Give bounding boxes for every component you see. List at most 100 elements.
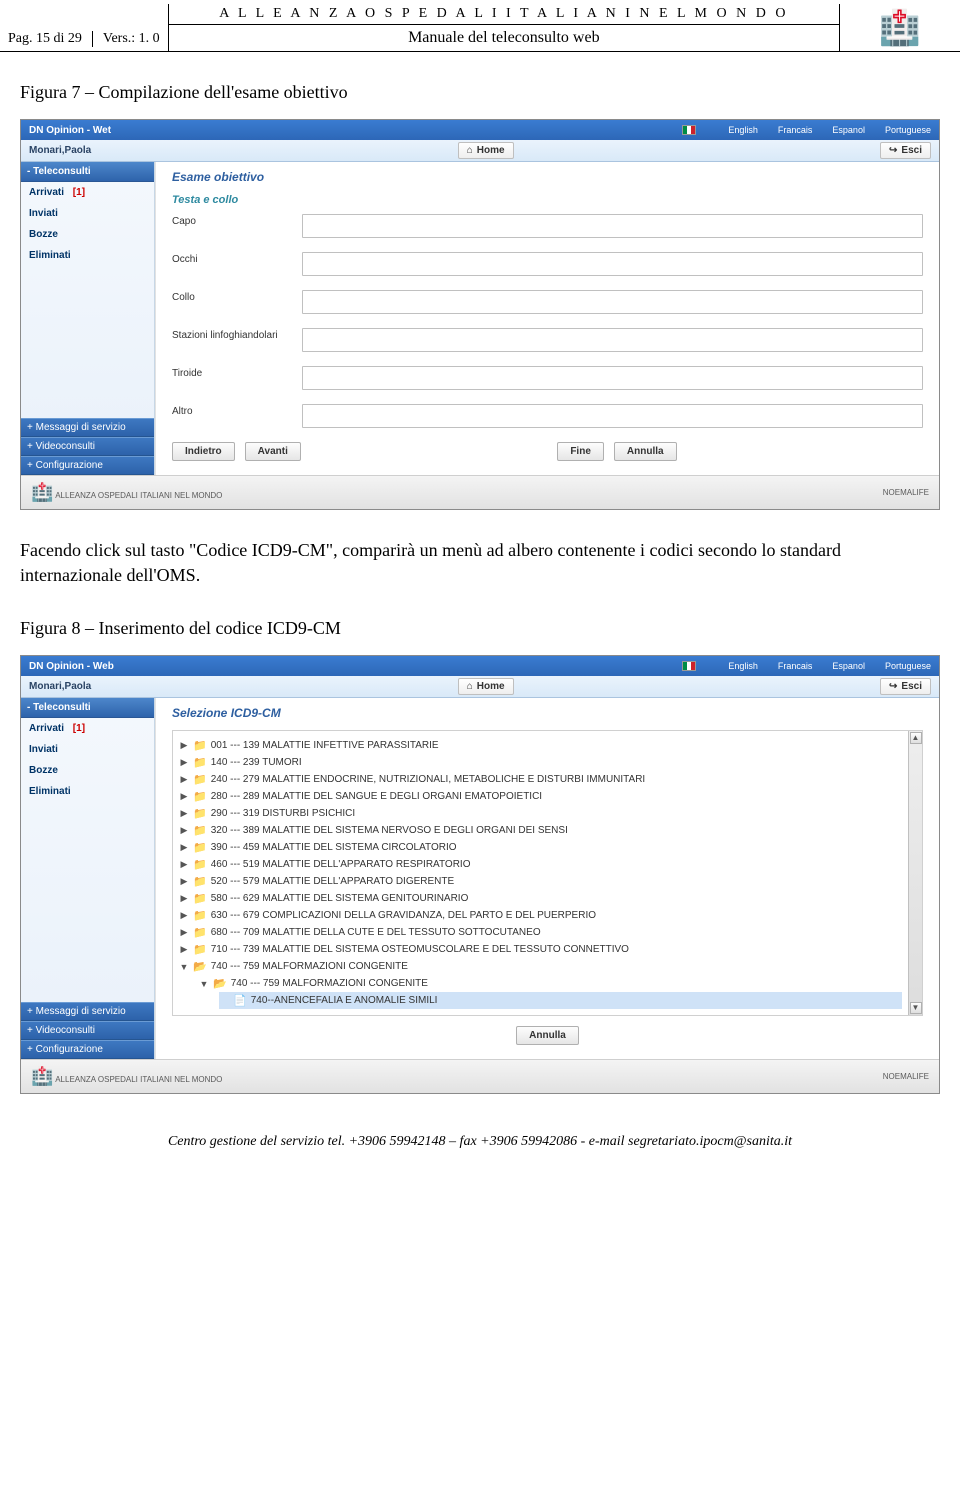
tree-row[interactable]: ▶📁520 --- 579 MALATTIE DELL'APPARATO DIG… (179, 873, 902, 890)
layout: - Teleconsulti Arrivati [1] Inviati Bozz… (21, 698, 939, 1059)
sidebar-item-eliminati[interactable]: Eliminati (21, 781, 154, 802)
footer-logo-icon: 🏥 (31, 482, 53, 502)
tree-row-leaf-selected[interactable]: 📄 740--ANENCEFALIA E ANOMALIE SIMILI (219, 992, 902, 1009)
folder-icon: 📁 (193, 926, 207, 939)
tree-label: 320 --- 389 MALATTIE DEL SISTEMA NERVOSO… (211, 825, 568, 836)
field-occhi: Occhi (172, 252, 923, 276)
figure7-caption: Figura 7 – Compilazione dell'esame obiet… (20, 82, 940, 103)
folder-icon: 📁 (193, 909, 207, 922)
tree-row[interactable]: ▶📁630 --- 679 COMPLICAZIONI DELLA GRAVID… (179, 907, 902, 924)
home-button[interactable]: ⌂ Home (458, 678, 514, 695)
tree-label: 740--ANENCEFALIA E ANOMALIE SIMILI (251, 995, 438, 1006)
folder-open-icon: 📂 (213, 977, 227, 990)
app-topbar: DN Opinion - Web English Francais Espano… (21, 656, 939, 676)
language-links: English Francais Espanol Portuguese (682, 661, 931, 671)
fine-button[interactable]: Fine (557, 442, 604, 461)
field-input-tiroide[interactable] (302, 366, 923, 390)
exit-label: Esci (901, 681, 922, 692)
button-row: Annulla (172, 1026, 923, 1045)
tree-row[interactable]: ▶📁280 --- 289 MALATTIE DEL SANGUE E DEGL… (179, 788, 902, 805)
field-input-capo[interactable] (302, 214, 923, 238)
lang-portuguese[interactable]: Portuguese (885, 661, 931, 671)
lang-english[interactable]: English (728, 125, 758, 135)
tree-row[interactable]: ▶📁580 --- 629 MALATTIE DEL SISTEMA GENIT… (179, 890, 902, 907)
sidebar-expand-video[interactable]: + Videoconsulti (21, 437, 154, 456)
exit-button[interactable]: ↪ Esci (880, 678, 931, 695)
arrow-right-icon: ▶ (179, 927, 189, 938)
folder-icon: 📁 (193, 739, 207, 752)
sidebar-item-inviati[interactable]: Inviati (21, 203, 154, 224)
exit-button[interactable]: ↪ Esci (880, 142, 931, 159)
tree-row-sub[interactable]: ▼📂740 --- 759 MALFORMAZIONI CONGENITE (199, 975, 902, 992)
footer-bar: 🏥 ALLEANZA OSPEDALI ITALIANI NEL MONDO N… (21, 1059, 939, 1093)
flag-italy-icon (682, 661, 696, 671)
field-input-collo[interactable] (302, 290, 923, 314)
home-button[interactable]: ⌂ Home (458, 142, 514, 159)
folder-icon: 📁 (193, 824, 207, 837)
lang-portuguese[interactable]: Portuguese (885, 125, 931, 135)
tree-row-expanded[interactable]: ▼📂740 --- 759 MALFORMAZIONI CONGENITE (179, 958, 902, 975)
footer-logo-left: 🏥 ALLEANZA OSPEDALI ITALIANI NEL MONDO (31, 482, 222, 503)
arrow-right-icon: ▶ (179, 825, 189, 836)
tree-wrap: ▶📁001 --- 139 MALATTIE INFETTIVE PARASSI… (172, 730, 923, 1016)
language-links: English Francais Espanol Portuguese (682, 125, 931, 135)
tree-row[interactable]: ▶📁240 --- 279 MALATTIE ENDOCRINE, NUTRIZ… (179, 771, 902, 788)
tree-row[interactable]: ▶📁710 --- 739 MALATTIE DEL SISTEMA OSTEO… (179, 941, 902, 958)
sidebar-gap (21, 802, 154, 1002)
tree-row[interactable]: ▶ 📁 320 --- 389 MALATTIE DEL SISTEMA NERVO… (179, 822, 902, 839)
sidebar-expand-messaggi[interactable]: + Messaggi di servizio (21, 418, 154, 437)
sidebar-head-teleconsulti[interactable]: - Teleconsulti (21, 162, 154, 182)
lang-francais[interactable]: Francais (778, 125, 813, 135)
tree-label: 630 --- 679 COMPLICAZIONI DELLA GRAVIDAN… (211, 910, 596, 921)
footer-logo-right: NOEMALIFE (883, 1072, 929, 1081)
sidebar-expand-config[interactable]: + Configurazione (21, 456, 154, 475)
tree-row[interactable]: ▶📁140 --- 239 TUMORI (179, 754, 902, 771)
tree-row[interactable]: ▶📁001 --- 139 MALATTIE INFETTIVE PARASSI… (179, 737, 902, 754)
sidebar-expand-config[interactable]: + Configurazione (21, 1040, 154, 1059)
tree-row[interactable]: ▶📁460 --- 519 MALATTIE DELL'APPARATO RES… (179, 856, 902, 873)
lang-english[interactable]: English (728, 661, 758, 671)
lang-espanol[interactable]: Espanol (832, 661, 865, 671)
indietro-button[interactable]: Indietro (172, 442, 235, 461)
tree-label: 740 --- 759 MALFORMAZIONI CONGENITE (231, 978, 428, 989)
icd-tree: ▶📁001 --- 139 MALATTIE INFETTIVE PARASSI… (179, 735, 902, 1011)
file-icon: 📄 (233, 994, 247, 1007)
sidebar-item-bozze[interactable]: Bozze (21, 760, 154, 781)
sidebar: - Teleconsulti Arrivati [1] Inviati Bozz… (21, 162, 155, 475)
tree-row[interactable]: ▶📁680 --- 709 MALATTIE DELLA CUTE E DEL … (179, 924, 902, 941)
scroll-down-icon[interactable]: ▼ (910, 1002, 922, 1014)
screenshot-figure7: DN Opinion - Wet English Francais Espano… (20, 119, 940, 510)
sidebar-item-bozze[interactable]: Bozze (21, 224, 154, 245)
arrow-right-icon: ▶ (179, 876, 189, 887)
scroll-up-icon[interactable]: ▲ (910, 732, 922, 744)
scrollbar[interactable]: ▲ ▼ (908, 731, 922, 1015)
tree-row[interactable]: ▶📁290 --- 319 DISTURBI PSICHICI (179, 805, 902, 822)
lang-francais[interactable]: Francais (778, 661, 813, 671)
tree-label: 580 --- 629 MALATTIE DEL SISTEMA GENITOU… (211, 893, 469, 904)
field-input-altro[interactable] (302, 404, 923, 428)
field-altro: Altro (172, 404, 923, 428)
folder-icon: 📁 (193, 858, 207, 871)
layout: - Teleconsulti Arrivati [1] Inviati Bozz… (21, 162, 939, 475)
home-icon: ⌂ (467, 145, 473, 156)
footer-logo-right: NOEMALIFE (883, 488, 929, 497)
tree-row[interactable]: ▶📁390 --- 459 MALATTIE DEL SISTEMA CIRCO… (179, 839, 902, 856)
sidebar-expand-messaggi[interactable]: + Messaggi di servizio (21, 1002, 154, 1021)
user-row: Monari,Paola ⌂ Home ↪ Esci (21, 676, 939, 698)
sidebar-item-arrivati[interactable]: Arrivati [1] (21, 718, 154, 739)
annulla-button[interactable]: Annulla (516, 1026, 579, 1045)
sidebar-item-arrivati[interactable]: Arrivati [1] (21, 182, 154, 203)
sidebar-head-teleconsulti[interactable]: - Teleconsulti (21, 698, 154, 718)
avanti-button[interactable]: Avanti (245, 442, 301, 461)
sidebar-expand-video[interactable]: + Videoconsulti (21, 1021, 154, 1040)
field-input-occhi[interactable] (302, 252, 923, 276)
body-paragraph: Facendo click sul tasto "Codice ICD9-CM"… (20, 538, 940, 588)
sidebar-gap (21, 266, 154, 418)
sidebar-item-inviati[interactable]: Inviati (21, 739, 154, 760)
field-input-stazioni[interactable] (302, 328, 923, 352)
lang-espanol[interactable]: Espanol (832, 125, 865, 135)
content-area: Selezione ICD9-CM ▶📁001 --- 139 MALATTIE… (155, 698, 939, 1059)
annulla-button[interactable]: Annulla (614, 442, 677, 461)
field-label: Capo (172, 214, 302, 227)
sidebar-item-eliminati[interactable]: Eliminati (21, 245, 154, 266)
